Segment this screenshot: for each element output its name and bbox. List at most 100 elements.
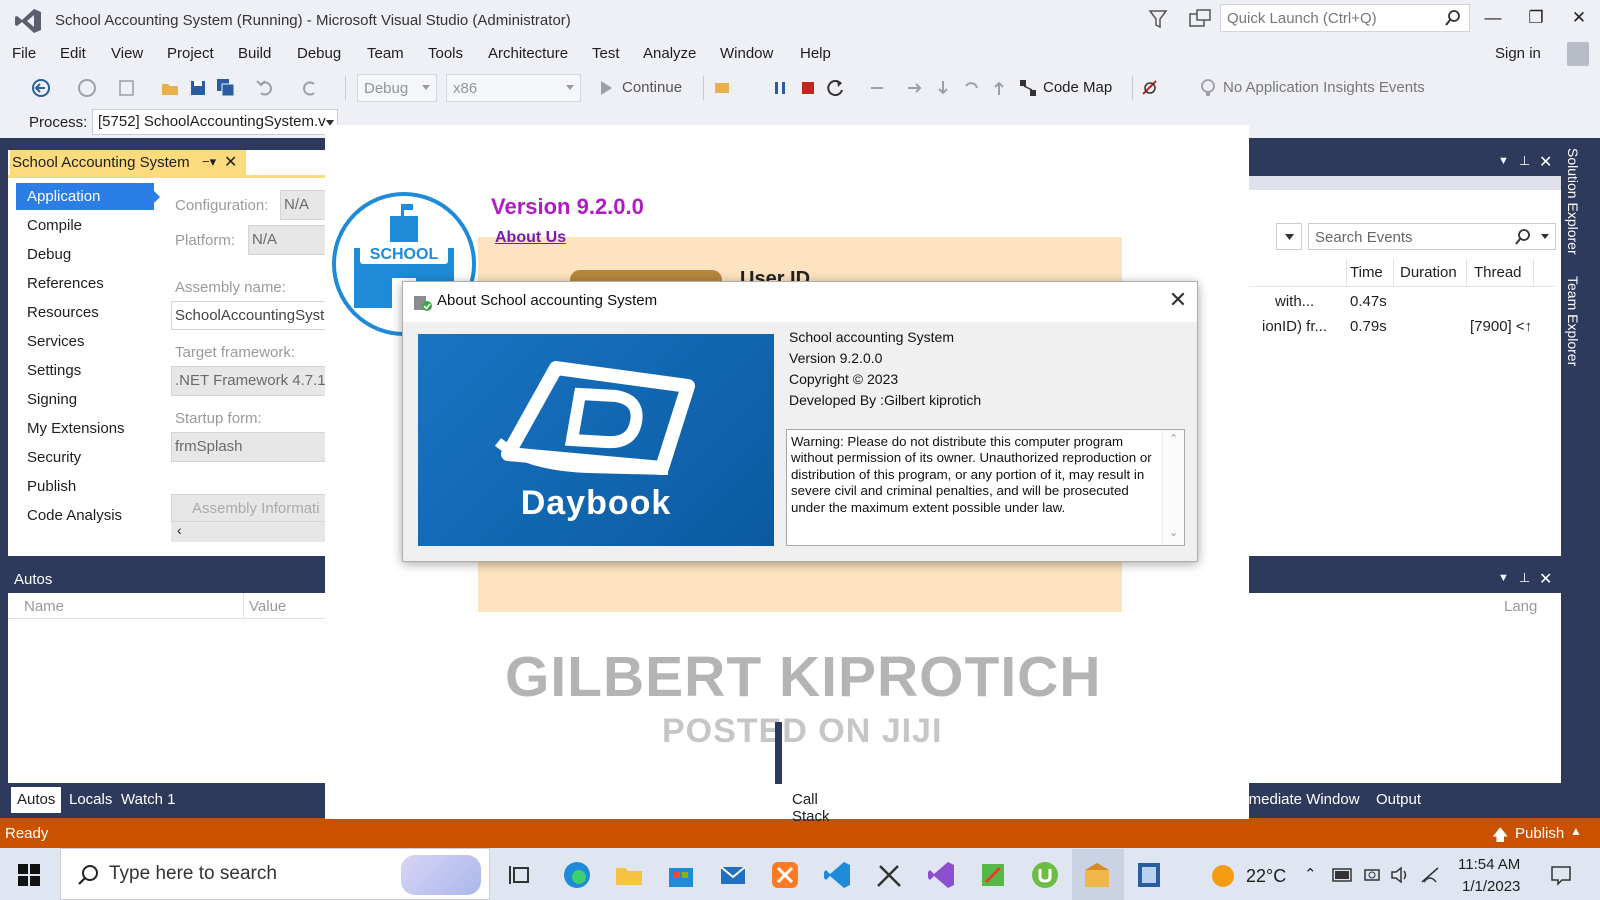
- account-icon[interactable]: [1567, 42, 1589, 66]
- tab-output[interactable]: Output: [1370, 787, 1427, 813]
- nav-item-resources[interactable]: Resources: [27, 304, 99, 321]
- warning-scrollbar[interactable]: ⌃ ⌄: [1162, 430, 1184, 545]
- restore-button[interactable]: ❐: [1525, 8, 1547, 30]
- utorrent-icon[interactable]: [1030, 860, 1060, 890]
- step-out-icon[interactable]: [989, 78, 1009, 98]
- document-tab-project-properties[interactable]: School Accounting System −▾ ✕: [10, 150, 246, 175]
- show-next-statement-icon[interactable]: [867, 78, 887, 98]
- process-dropdown[interactable]: [5752] SchoolAccountingSystem.v: [92, 109, 338, 135]
- taskbar-search-box[interactable]: Type here to search: [60, 848, 490, 900]
- column-header-thread[interactable]: Thread: [1474, 264, 1522, 281]
- vscode-icon[interactable]: [822, 860, 852, 890]
- mail-icon[interactable]: [718, 860, 748, 890]
- code-map-button[interactable]: Code Map: [1043, 79, 1112, 96]
- scroll-down-icon[interactable]: ⌄: [1169, 525, 1178, 541]
- events-filter-dropdown[interactable]: [1276, 223, 1302, 250]
- windows-start-icon[interactable]: [18, 864, 40, 886]
- file-explorer-icon[interactable]: [614, 860, 644, 890]
- exceptions-icon[interactable]: [1140, 78, 1160, 98]
- menu-edit[interactable]: Edit: [60, 45, 86, 62]
- pane-close-icon[interactable]: ✕: [1539, 569, 1552, 589]
- save-icon[interactable]: [188, 78, 208, 98]
- continue-play-icon[interactable]: [596, 78, 616, 98]
- about-us-link[interactable]: About Us: [495, 229, 566, 247]
- wifi-icon[interactable]: [1420, 866, 1440, 884]
- taskbar-clock-time[interactable]: 11:54 AM: [1458, 856, 1520, 873]
- camera-icon[interactable]: [1363, 866, 1381, 884]
- chevron-up-icon[interactable]: ▲: [1570, 824, 1582, 838]
- close-dialog-button[interactable]: ✕: [1165, 287, 1191, 313]
- battery-icon[interactable]: [1332, 868, 1354, 882]
- assembly-information-button[interactable]: Assembly Informati: [171, 494, 326, 522]
- menu-analyze[interactable]: Analyze: [643, 45, 696, 62]
- tab-autos[interactable]: Autos: [11, 787, 62, 813]
- event-name-cell[interactable]: with...: [1275, 293, 1314, 310]
- event-name-cell[interactable]: ionID) fr...: [1262, 318, 1327, 335]
- feedback-icon[interactable]: [1188, 8, 1212, 30]
- nav-item-signing[interactable]: Signing: [27, 391, 77, 408]
- taskbar-clock-date[interactable]: 1/1/2023: [1462, 878, 1520, 895]
- application-insights-icon[interactable]: [1198, 78, 1218, 98]
- nav-item-code-analysis[interactable]: Code Analysis: [27, 507, 122, 524]
- tab-command-window[interactable]: Command Window: [1084, 787, 1223, 813]
- undo-icon[interactable]: [255, 78, 275, 98]
- application-insights-dropdown[interactable]: No Application Insights Events: [1223, 79, 1425, 96]
- column-header-name[interactable]: Name: [24, 598, 64, 615]
- search-events-input[interactable]: Search Events: [1308, 223, 1556, 250]
- chevron-down-icon[interactable]: [1541, 234, 1549, 239]
- task-view-icon[interactable]: [506, 860, 536, 890]
- column-header-value[interactable]: Value: [249, 598, 286, 615]
- tab-immediate-window[interactable]: Immediate Window: [1226, 787, 1366, 813]
- tab-solution-explorer[interactable]: Solution Explorer: [1565, 148, 1581, 255]
- solution-configuration-dropdown[interactable]: Debug: [357, 74, 437, 102]
- platform-dropdown[interactable]: N/A: [248, 225, 326, 255]
- volume-icon[interactable]: [1390, 866, 1410, 884]
- snipping-tool-icon[interactable]: [874, 860, 904, 890]
- visual-studio-icon[interactable]: [926, 860, 956, 890]
- continue-button[interactable]: Continue: [622, 79, 682, 96]
- redo-icon[interactable]: [300, 78, 320, 98]
- column-header-language[interactable]: Lang: [1504, 598, 1537, 615]
- menu-project[interactable]: Project: [167, 45, 214, 62]
- quick-launch-input[interactable]: Quick Launch (Ctrl+Q): [1220, 4, 1470, 32]
- menu-architecture[interactable]: Architecture: [488, 45, 568, 62]
- menu-build[interactable]: Build: [238, 45, 271, 62]
- column-header-time[interactable]: Time: [1350, 264, 1383, 281]
- close-tab-icon[interactable]: ✕: [224, 152, 237, 172]
- solution-platform-dropdown[interactable]: x86: [446, 74, 581, 102]
- horizontal-scrollbar[interactable]: ‹: [171, 522, 326, 542]
- column-header-duration[interactable]: Duration: [1400, 264, 1457, 281]
- tab-call-stack[interactable]: Call Stack: [785, 787, 861, 825]
- assembly-name-input[interactable]: SchoolAccountingSyste: [171, 301, 326, 330]
- step-back-icon[interactable]: [961, 78, 981, 98]
- pane-pin-icon[interactable]: ⊥: [1519, 570, 1530, 586]
- publish-button[interactable]: Publish: [1515, 825, 1564, 842]
- stop-debugging-icon[interactable]: [798, 78, 818, 98]
- menu-test[interactable]: Test: [592, 45, 620, 62]
- new-project-icon[interactable]: [117, 78, 137, 98]
- microsoft-store-icon[interactable]: [666, 860, 696, 890]
- scroll-left-icon[interactable]: ‹: [177, 522, 182, 538]
- tools-app-icon[interactable]: [978, 860, 1008, 890]
- show-threads-icon[interactable]: [712, 78, 732, 98]
- tab-team-explorer[interactable]: Team Explorer: [1565, 276, 1581, 366]
- restart-icon[interactable]: [826, 78, 846, 98]
- menu-debug[interactable]: Debug: [297, 45, 341, 62]
- tab-exception-settings[interactable]: Exception Settings: [952, 787, 1088, 813]
- sign-in-link[interactable]: Sign in: [1495, 45, 1541, 62]
- pane-pin-icon[interactable]: ⊥: [1519, 153, 1530, 169]
- pane-splitter[interactable]: [775, 722, 782, 784]
- edge-browser-icon[interactable]: [562, 860, 592, 890]
- nav-item-security[interactable]: Security: [27, 449, 81, 466]
- menu-window[interactable]: Window: [720, 45, 773, 62]
- menu-file[interactable]: File: [12, 45, 36, 62]
- configuration-dropdown[interactable]: N/A: [280, 190, 326, 220]
- pane-menu-icon[interactable]: ▼: [1498, 155, 1509, 167]
- media-app-icon[interactable]: [1134, 860, 1164, 890]
- nav-item-publish[interactable]: Publish: [27, 478, 76, 495]
- tab-breakpoints[interactable]: Breakpoints: [862, 787, 953, 813]
- nav-item-references[interactable]: References: [27, 275, 104, 292]
- nav-item-application[interactable]: Application: [27, 188, 100, 205]
- weather-temperature[interactable]: 22°C: [1246, 866, 1286, 887]
- show-hidden-icons-chevron-icon[interactable]: ⌃: [1304, 865, 1317, 883]
